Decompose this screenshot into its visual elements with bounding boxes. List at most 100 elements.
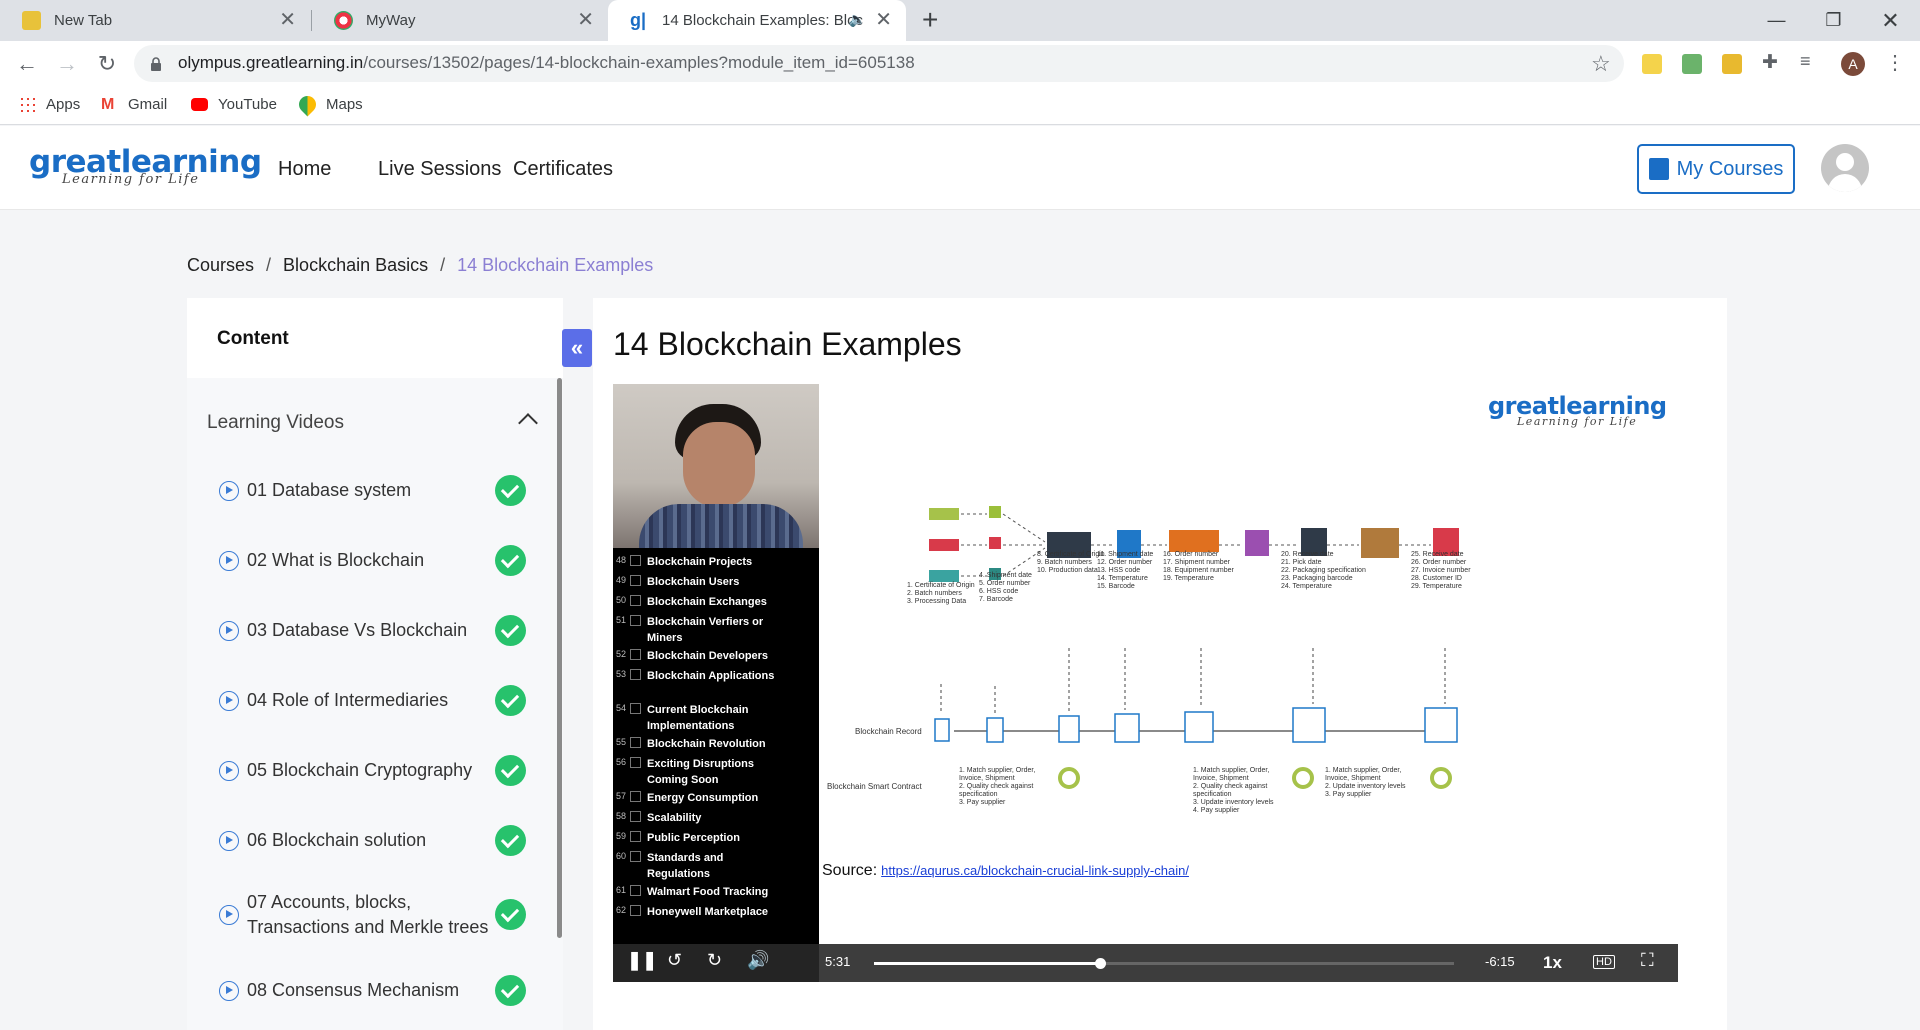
checkbox-icon: [630, 703, 641, 714]
sidebar-scrollbar[interactable]: [557, 378, 562, 938]
user-avatar[interactable]: [1821, 144, 1869, 192]
close-tab-icon[interactable]: ✕: [875, 10, 892, 30]
playback-speed[interactable]: 1x: [1543, 953, 1562, 973]
diagram-text-line: 3. Pay supplier: [1325, 791, 1372, 798]
slide-logo-tagline: Learning for Life: [1517, 415, 1638, 428]
list-item[interactable]: 08 Consensus Mechanism: [219, 978, 519, 1003]
breadcrumb-blockchain-basics[interactable]: Blockchain Basics: [283, 255, 428, 275]
topic-number: 59: [616, 831, 627, 841]
video-title: 02 What is Blockchain: [247, 550, 425, 570]
bookmark-apps[interactable]: Apps: [19, 96, 80, 113]
diagram-text-line: Invoice, Shipment: [959, 775, 1015, 782]
slide-topic-item: 54 Current Blockchain Implementations: [616, 702, 787, 734]
restore-icon[interactable]: ❐: [1805, 0, 1862, 41]
farm-icon-3: [929, 570, 959, 582]
checkbox-icon: [630, 811, 641, 822]
close-window-icon[interactable]: ✕: [1862, 0, 1919, 41]
breadcrumb-current: 14 Blockchain Examples: [457, 255, 654, 275]
audio-playing-icon[interactable]: 🔈: [849, 11, 866, 28]
topic-title: Energy Consumption: [647, 792, 759, 804]
extension-notes-icon[interactable]: [1642, 54, 1662, 74]
topic-number: 48: [616, 555, 627, 565]
video-player[interactable]: 48 Blockchain Projects 49 Blockchain Users 5…: [613, 384, 1678, 982]
browser-menu-icon[interactable]: ⋮: [1885, 50, 1905, 75]
checkbox-icon: [630, 851, 641, 862]
profile-avatar[interactable]: A: [1841, 52, 1865, 76]
section-learning-videos[interactable]: Learning Videos: [207, 412, 344, 434]
slide-topic-item: 52 Blockchain Developers: [616, 648, 787, 664]
slide-topic-item: 55 Blockchain Revolution: [616, 736, 787, 752]
greatlearning-favicon-icon: g|: [630, 10, 647, 30]
slide-topic-item: 59 Public Perception: [616, 830, 787, 846]
my-courses-button[interactable]: My Courses: [1637, 144, 1795, 194]
list-item[interactable]: 02 What is Blockchain: [219, 548, 519, 573]
extensions-puzzle-icon[interactable]: ✚: [1762, 51, 1782, 73]
progress-track[interactable]: [874, 958, 1454, 969]
play-circle-icon: [219, 620, 239, 641]
source-link[interactable]: https://aqurus.ca/blockchain-crucial-lin…: [881, 863, 1189, 878]
nav-home[interactable]: Home: [278, 158, 331, 181]
list-item[interactable]: 07 Accounts, blocks, Transactions and Me…: [219, 890, 519, 940]
video-title: 08 Consensus Mechanism: [247, 980, 460, 1000]
sidebar-body: Learning Videos 01 Database system 02 Wh…: [187, 378, 563, 1030]
list-item[interactable]: 04 Role of Intermediaries: [219, 688, 519, 713]
checkbox-icon: [630, 791, 641, 802]
nav-live-sessions[interactable]: Live Sessions: [378, 158, 501, 181]
forward-icon[interactable]: ↻: [707, 950, 722, 971]
topic-title: Blockchain Developers: [647, 650, 769, 662]
topic-title: Blockchain Users: [647, 576, 740, 588]
supply-note: 25. Receive date 26. Order number 27. Invo…: [1411, 551, 1471, 590]
list-item[interactable]: 01 Database system: [219, 478, 519, 503]
cube-green-icon: [989, 506, 1001, 518]
supply-note: 8. Certificate of Origin 9. Batch numbers…: [1037, 551, 1105, 574]
list-item[interactable]: 06 Blockchain solution: [219, 828, 519, 853]
reload-icon[interactable]: ↻: [93, 50, 121, 78]
diagram-text-line: 2. Batch numbers: [907, 590, 962, 597]
topic-title: Standards and Regulations: [647, 852, 724, 880]
sidebar-title: Content: [217, 328, 289, 349]
slide-topic-list: 48 Blockchain Projects 49 Blockchain Users 5…: [613, 548, 819, 982]
diagram-text-line: 4. Pay supplier: [1193, 807, 1240, 814]
diagram-text-line: Invoice, Shipment: [1325, 775, 1381, 782]
tab-myway[interactable]: MyWay ✕: [312, 0, 608, 41]
volume-icon[interactable]: 🔊: [747, 950, 769, 971]
close-tab-icon[interactable]: ✕: [577, 10, 594, 30]
list-item[interactable]: 05 Blockchain Cryptography: [219, 758, 519, 783]
extension-wallet-icon[interactable]: [1722, 54, 1742, 74]
completed-check-icon: [495, 755, 526, 786]
chevron-up-icon[interactable]: [518, 413, 538, 433]
video-title: 05 Blockchain Cryptography: [247, 760, 473, 780]
url-text[interactable]: olympus.greatlearning.in/courses/13502/p…: [178, 53, 915, 73]
new-tab-favicon-icon: [22, 11, 41, 30]
url-host: olympus.greatlearning.in: [178, 53, 364, 72]
avatar-head-shape: [1836, 153, 1854, 171]
close-tab-icon[interactable]: ✕: [279, 10, 296, 30]
diagram-text-line: 1. Certificate of Origin: [907, 582, 975, 589]
topic-number: 51: [616, 615, 627, 625]
nav-certificates[interactable]: Certificates: [513, 158, 613, 181]
hd-quality-icon[interactable]: HD: [1593, 955, 1615, 969]
tab-new-tab[interactable]: New Tab ✕: [0, 0, 310, 41]
contract-note: 1. Match supplier, Order, Invoice, Shipme…: [959, 767, 1035, 806]
collapse-sidebar-button[interactable]: «: [562, 329, 592, 367]
bookmark-maps[interactable]: Maps: [295, 92, 363, 117]
forward-arrow-icon[interactable]: →: [53, 50, 81, 78]
media-control-icon[interactable]: ≡: [1800, 51, 1820, 71]
tab-active-blockchain[interactable]: g| 14 Blockchain Examples: Bloc 🔈 ✕: [608, 0, 906, 41]
bookmark-youtube[interactable]: YouTube: [191, 96, 277, 113]
list-item[interactable]: 03 Database Vs Blockchain: [219, 618, 519, 643]
back-arrow-icon[interactable]: ←: [13, 50, 41, 78]
diagram-text-line: 17. Shipment number: [1163, 559, 1231, 566]
breadcrumb-courses[interactable]: Courses: [187, 255, 254, 275]
minimize-icon[interactable]: —: [1748, 0, 1805, 41]
bookmark-star-icon[interactable]: ☆: [1591, 51, 1611, 77]
extension-chart-icon[interactable]: [1682, 54, 1702, 74]
player-controls: ❚❚ ↺ ↻ 🔊 5:31 -6:15 1x HD ⛶: [613, 944, 1678, 982]
fullscreen-icon[interactable]: ⛶: [1641, 950, 1654, 971]
content-sidebar: Content Learning Videos 01 Database syst…: [187, 298, 563, 1030]
rewind-icon[interactable]: ↺: [667, 950, 682, 971]
progress-knob[interactable]: [1095, 958, 1106, 969]
new-tab-plus-icon[interactable]: +: [922, 6, 938, 34]
pause-icon[interactable]: ❚❚: [627, 950, 657, 971]
bookmark-gmail[interactable]: M Gmail: [101, 96, 167, 113]
